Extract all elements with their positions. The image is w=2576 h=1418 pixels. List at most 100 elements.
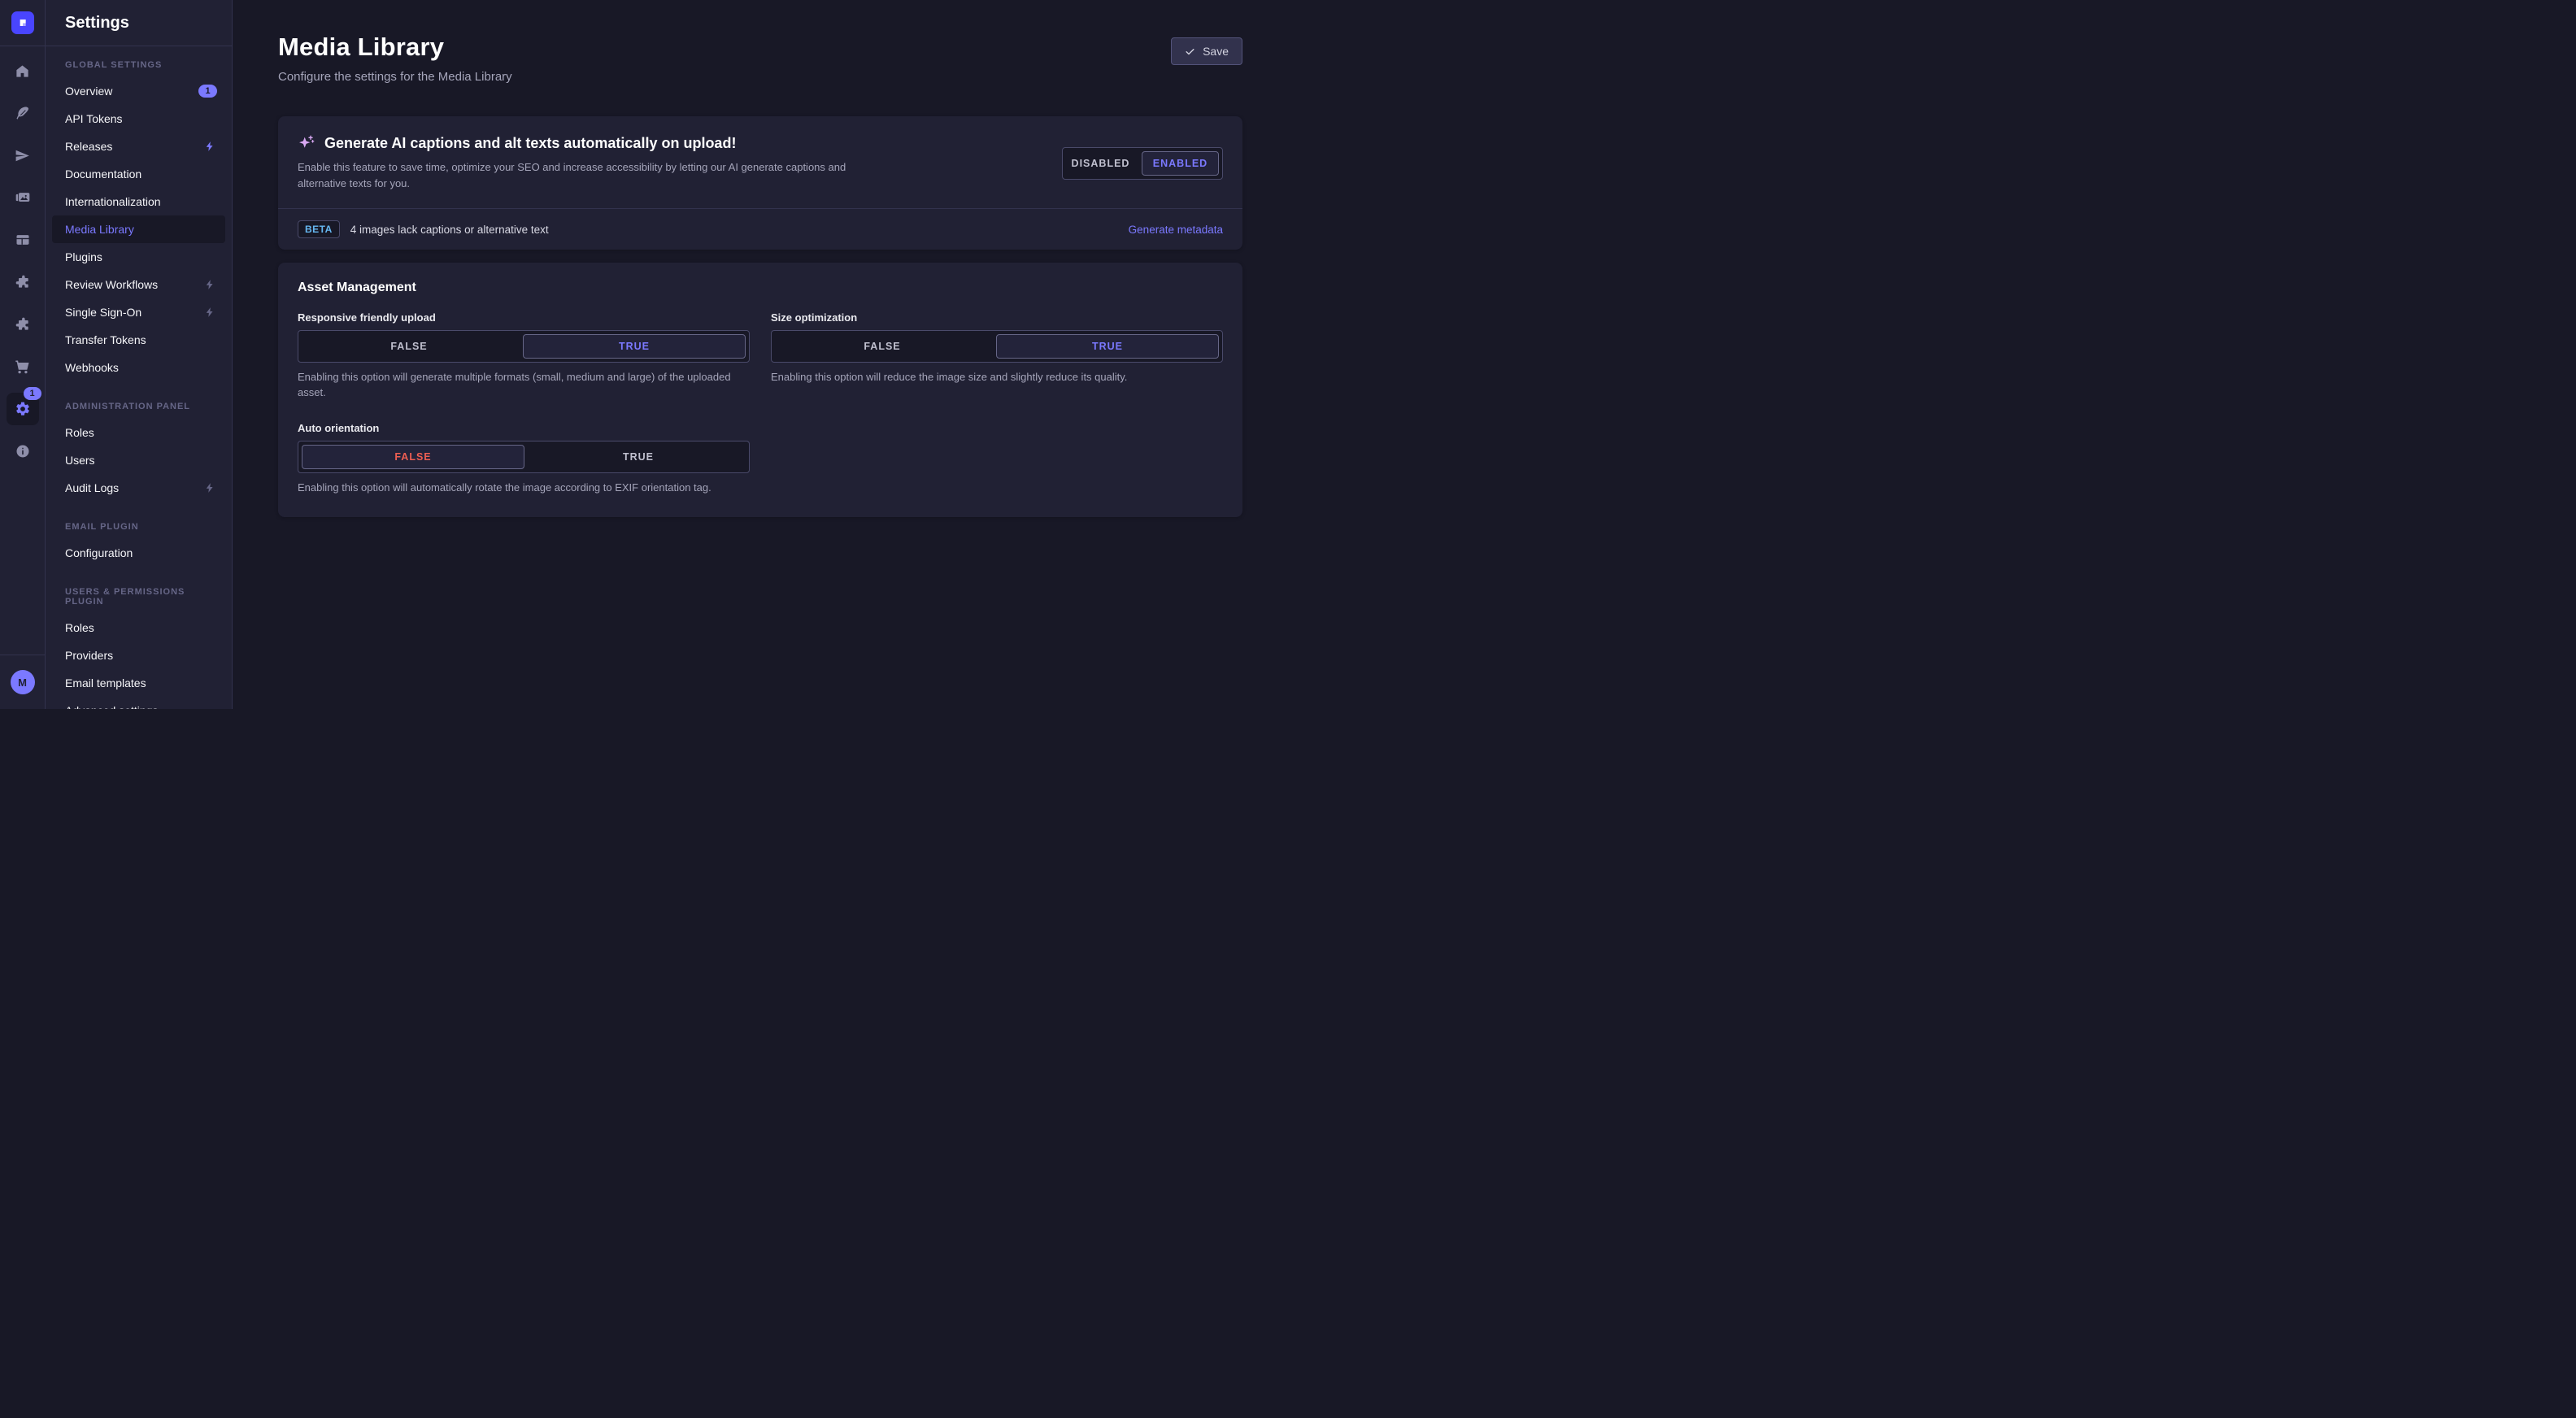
rail-nav-home[interactable] (7, 54, 39, 87)
sidebar-item-users[interactable]: Users (46, 446, 232, 474)
cart-icon (15, 359, 31, 375)
rail-nav-content-manager[interactable] (7, 97, 39, 129)
sidebar-item-label: Plugins (65, 250, 102, 263)
subnav-header: Settings (46, 0, 232, 46)
strapi-logo-icon[interactable] (11, 11, 34, 34)
subnav-section-email-plugin: Email plugin Configuration (46, 510, 232, 567)
check-icon (1185, 46, 1195, 57)
sidebar-item-review-workflows[interactable]: Review Workflows (46, 271, 232, 298)
sidebar-item-label: Users (65, 454, 95, 467)
sidebar-item-email-configuration[interactable]: Configuration (46, 539, 232, 567)
notification-badge: 1 (198, 85, 217, 98)
section-label: Users & Permissions plugin (46, 575, 232, 614)
field-hint: Enabling this option will automatically … (298, 481, 750, 496)
sidebar-item-label: API Tokens (65, 112, 123, 125)
sidebar-item-webhooks[interactable]: Webhooks (46, 354, 232, 381)
field-label: Responsive friendly upload (298, 311, 750, 324)
toggle-option-true[interactable]: TRUE (523, 334, 746, 359)
rail-nav-media-library[interactable] (7, 181, 39, 214)
banner-title: Generate AI captions and alt texts autom… (324, 135, 736, 152)
toggle-option-false[interactable]: FALSE (772, 331, 993, 362)
rail-nav-plugin-1[interactable] (7, 266, 39, 298)
save-button-label: Save (1203, 45, 1229, 58)
rail-nav-marketplace[interactable] (7, 350, 39, 383)
ai-caption-banner: Generate AI captions and alt texts autom… (278, 116, 1242, 250)
section-label: Administration panel (46, 389, 232, 419)
rail-footer: M (0, 655, 45, 709)
sidebar-item-media-library[interactable]: Media Library (52, 215, 225, 243)
asset-management-title: Asset Management (298, 281, 1223, 295)
toggle-option-false[interactable]: FALSE (298, 331, 520, 362)
field-size-optimization: Size optimization FALSE TRUE Enabling th… (771, 311, 1223, 401)
save-button[interactable]: Save (1171, 37, 1242, 65)
generate-metadata-link[interactable]: Generate metadata (1129, 224, 1223, 236)
sidebar-item-label: Releases (65, 140, 112, 153)
logo-cell (0, 0, 45, 46)
subnav-list: Global settings Overview 1 API Tokens Re… (46, 46, 232, 709)
lightning-icon (204, 279, 215, 290)
info-icon (15, 443, 31, 459)
subnav-section-global: Global settings Overview 1 API Tokens Re… (46, 48, 232, 381)
toggle-option-true[interactable]: TRUE (528, 441, 749, 472)
rail-nav-help[interactable] (7, 435, 39, 468)
sidebar-item-label: Single Sign-On (65, 306, 141, 319)
toggle-option-disabled[interactable]: DISABLED (1063, 148, 1138, 179)
toggle-option-enabled[interactable]: ENABLED (1142, 151, 1219, 176)
sidebar-item-label: Configuration (65, 546, 133, 559)
rail-icon-list: 1 (7, 54, 39, 477)
toggle-option-true[interactable]: TRUE (996, 334, 1219, 359)
feather-icon (15, 106, 30, 121)
sidebar-item-overview[interactable]: Overview 1 (46, 77, 232, 105)
asset-management-card: Asset Management Responsive friendly upl… (278, 263, 1242, 517)
sidebar-item-audit-logs[interactable]: Audit Logs (46, 474, 232, 502)
responsive-upload-toggle: FALSE TRUE (298, 330, 750, 363)
sidebar-item-documentation[interactable]: Documentation (46, 160, 232, 188)
field-hint: Enabling this option will reduce the ima… (771, 370, 1223, 385)
sidebar-item-label: Email templates (65, 676, 146, 689)
sidebar-item-label: Media Library (65, 223, 134, 236)
gear-icon (15, 401, 31, 417)
rail-nav-deploy[interactable] (7, 139, 39, 172)
page-subtitle: Configure the settings for the Media Lib… (278, 70, 512, 84)
settings-notification-badge: 1 (24, 387, 41, 400)
sidebar-item-label: Overview (65, 85, 112, 98)
home-icon (15, 63, 30, 79)
sidebar-item-transfer-tokens[interactable]: Transfer Tokens (46, 326, 232, 354)
sidebar-item-email-templates[interactable]: Email templates (46, 669, 232, 697)
toggle-option-false[interactable]: FALSE (302, 445, 524, 469)
sidebar-item-api-tokens[interactable]: API Tokens (46, 105, 232, 133)
page-header-text: Media Library Configure the settings for… (278, 33, 512, 84)
lightning-icon (204, 482, 215, 494)
sidebar-item-plugins[interactable]: Plugins (46, 243, 232, 271)
sidebar-item-admin-roles[interactable]: Roles (46, 419, 232, 446)
sidebar-item-label: Providers (65, 649, 113, 662)
sidebar-item-advanced-settings[interactable]: Advanced settings (46, 697, 232, 709)
field-label: Size optimization (771, 311, 1223, 324)
section-label: Email plugin (46, 510, 232, 539)
user-avatar[interactable]: M (11, 670, 35, 694)
field-label: Auto orientation (298, 422, 750, 434)
rail-nav-content-type-builder[interactable] (7, 224, 39, 256)
size-optimization-toggle: FALSE TRUE (771, 330, 1223, 363)
page-title: Media Library (278, 33, 512, 62)
rail-nav-settings[interactable]: 1 (7, 393, 39, 425)
lightning-icon (204, 307, 215, 318)
auto-orientation-toggle: FALSE TRUE (298, 441, 750, 473)
page-header: Media Library Configure the settings for… (278, 0, 1242, 84)
beta-badge: BETA (298, 220, 340, 238)
sidebar-item-single-sign-on[interactable]: Single Sign-On (46, 298, 232, 326)
section-label: Global settings (46, 48, 232, 77)
banner-footer: BETA 4 images lack captions or alternati… (278, 209, 1242, 250)
sparkle-icon (298, 134, 315, 152)
settings-subnav: Settings Global settings Overview 1 API … (46, 0, 233, 709)
field-hint: Enabling this option will generate multi… (298, 370, 750, 401)
sidebar-item-label: Transfer Tokens (65, 333, 146, 346)
main-content: Media Library Configure the settings for… (233, 0, 1288, 709)
sidebar-item-internationalization[interactable]: Internationalization (46, 188, 232, 215)
sidebar-item-up-roles[interactable]: Roles (46, 614, 232, 642)
main-nav-rail: 1 M (0, 0, 46, 709)
rail-nav-plugin-2[interactable] (7, 308, 39, 341)
sidebar-item-providers[interactable]: Providers (46, 642, 232, 669)
lightning-icon (204, 141, 215, 152)
sidebar-item-releases[interactable]: Releases (46, 133, 232, 160)
